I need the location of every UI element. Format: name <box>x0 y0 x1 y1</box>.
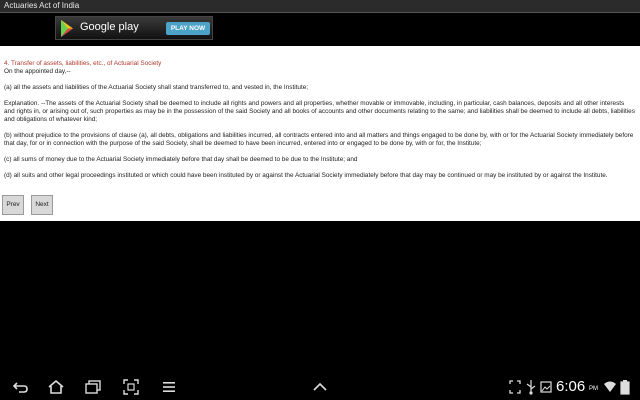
image-icon <box>540 381 552 393</box>
paragraph-explanation: Explanation. --The assets of the Actuari… <box>4 100 635 123</box>
section-intro: On the appointed day,-- <box>4 68 71 75</box>
menu-icon[interactable] <box>160 378 178 396</box>
screenshot-icon[interactable] <box>122 378 140 396</box>
paragraph-a: (a) all the assets and liabilities of th… <box>4 84 309 91</box>
paragraph-c: (c) all sums of money due to the Actuari… <box>4 156 358 163</box>
up-chevron-icon[interactable] <box>311 378 329 396</box>
play-now-button[interactable]: PLAY NOW <box>166 22 210 35</box>
battery-icon <box>620 380 630 395</box>
next-button[interactable]: Next <box>31 195 53 215</box>
system-nav-bar <box>0 374 640 400</box>
fullscreen-icon <box>509 380 521 394</box>
section-heading: 4. Transfer of assets, liabilities, etc.… <box>4 60 162 67</box>
home-icon[interactable] <box>47 378 65 396</box>
paragraph-b: (b) without prejudice to the provisions … <box>4 132 634 147</box>
back-icon[interactable] <box>11 378 29 396</box>
recent-apps-icon[interactable] <box>84 378 102 396</box>
google-play-ad-banner[interactable]: Google play PLAY NOW <box>55 16 213 40</box>
app-title: Actuaries Act of India <box>4 1 80 10</box>
google-play-text: Google play <box>80 21 139 33</box>
google-play-icon <box>61 20 73 37</box>
paragraph-d: (d) all suits and other legal proceeding… <box>4 172 608 179</box>
app-title-bar: Actuaries Act of India <box>0 0 640 13</box>
wifi-icon <box>604 381 616 392</box>
usb-icon <box>526 380 536 395</box>
status-clock: 6:06 <box>556 378 586 395</box>
prev-button[interactable]: Prev <box>2 195 24 215</box>
status-ampm: PM <box>589 386 598 392</box>
act-content: 4. Transfer of assets, liabilities, etc.… <box>0 46 640 221</box>
